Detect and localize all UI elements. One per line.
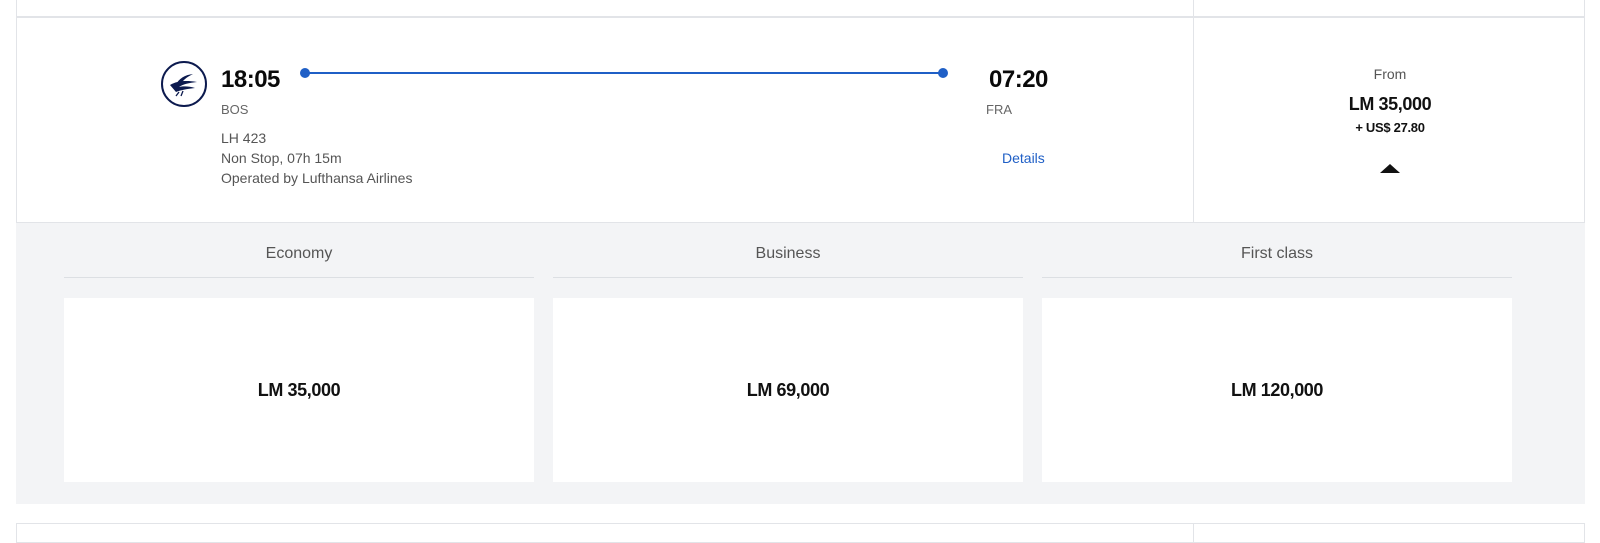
arrival-dot (938, 68, 948, 78)
fare-header: Economy (265, 245, 333, 262)
caret-up-icon[interactable] (1380, 164, 1400, 173)
from-taxes: + US$ 27.80 (1355, 120, 1425, 135)
fare-price: LM 69,000 (746, 379, 830, 400)
arrival-time: 07:20 (989, 66, 1048, 93)
fare-header: Business (755, 245, 821, 262)
divider (1193, 524, 1194, 542)
next-flight-card (16, 523, 1585, 543)
fare-divider (1042, 277, 1512, 278)
divider (1193, 0, 1194, 16)
previous-flight-card (16, 0, 1585, 17)
lufthansa-crane-logo-icon (161, 61, 207, 107)
price-summary[interactable]: From LM 35,000 + US$ 27.80 (1193, 18, 1585, 222)
flight-duration: Non Stop, 07h 15m (221, 150, 342, 166)
fare-option-business[interactable]: LM 69,000 (553, 298, 1023, 482)
departure-time: 18:05 (221, 66, 280, 93)
fare-price: LM 120,000 (1230, 379, 1324, 400)
fare-divider (64, 277, 534, 278)
details-link[interactable]: Details (1002, 150, 1045, 166)
flight-card: 18:05 BOS 07:20 FRA LH 423 Non Stop, 07h… (16, 17, 1585, 223)
departure-dot (300, 68, 310, 78)
departure-airport-code: BOS (221, 102, 249, 117)
fare-price: LM 35,000 (257, 379, 341, 400)
fare-divider (553, 277, 1023, 278)
fare-column-first-class: First class LM 120,000 (1042, 223, 1512, 504)
flight-operator: Operated by Lufthansa Airlines (221, 170, 413, 186)
fare-option-economy[interactable]: LM 35,000 (64, 298, 534, 482)
fare-option-first-class[interactable]: LM 120,000 (1042, 298, 1512, 482)
fare-column-business: Business LM 69,000 (553, 223, 1023, 504)
from-price: LM 35,000 (1348, 94, 1432, 114)
route-line (300, 68, 948, 78)
flight-number: LH 423 (221, 130, 267, 146)
fare-header: First class (1241, 245, 1313, 262)
from-label: From (1373, 66, 1407, 82)
arrival-airport-code: FRA (986, 102, 1012, 117)
fare-column-economy: Economy LM 35,000 (64, 223, 534, 504)
fare-options-panel: Economy LM 35,000 Business LM 69,000 Fir… (16, 223, 1585, 504)
